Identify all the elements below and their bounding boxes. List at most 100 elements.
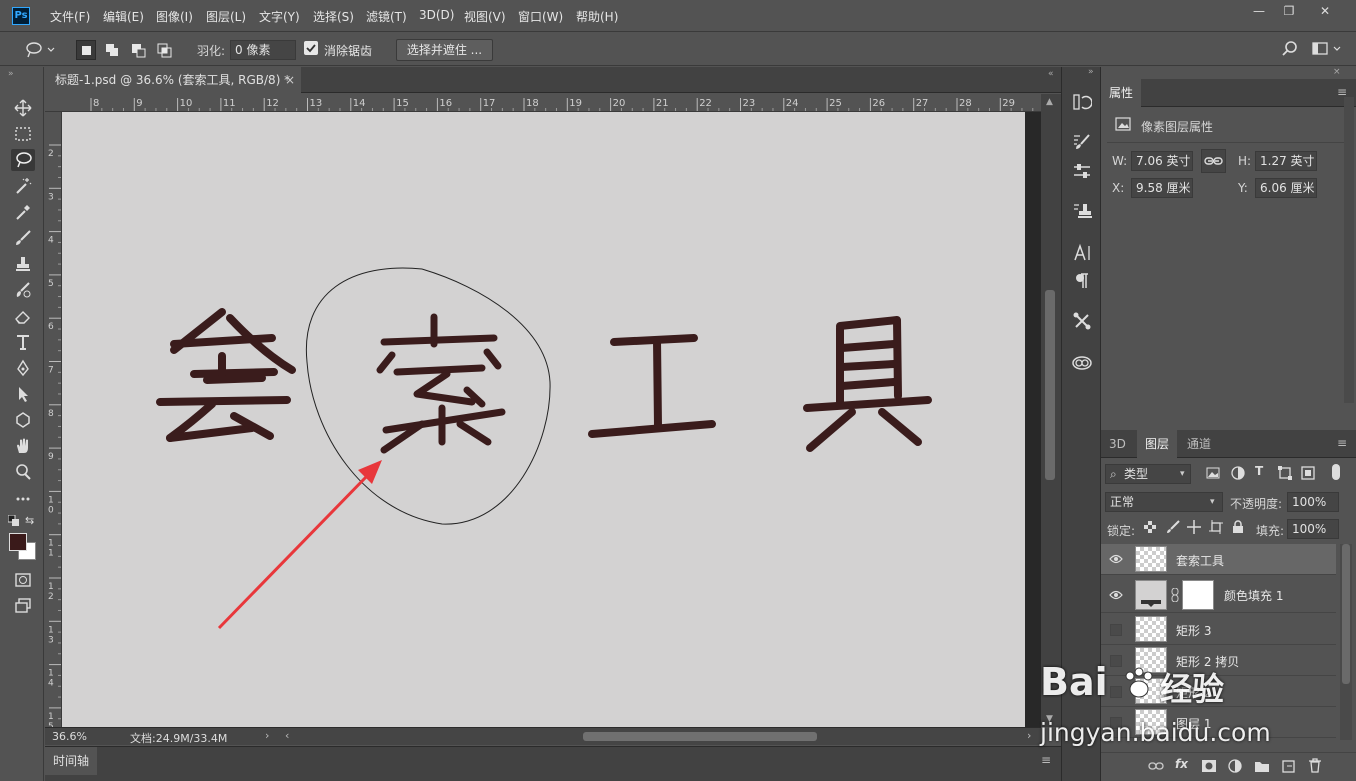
properties-scrollbar[interactable] [1344,97,1354,403]
clone-source-icon[interactable] [1071,200,1093,222]
menu-help[interactable]: 帮助(H) [576,8,618,25]
move-tool-icon[interactable] [11,97,35,119]
collapse-strip-icon[interactable]: » [1088,67,1094,77]
scroll-left-icon[interactable]: ‹ [285,729,289,742]
stamp-tool-icon[interactable] [11,253,35,275]
vertical-scrollbar[interactable]: ▲ ▼ [1041,94,1061,727]
tool-presets-icon[interactable] [1071,310,1093,332]
magic-wand-tool-icon[interactable] [11,175,35,197]
layer-row[interactable]: 矩形 3 [1101,614,1336,645]
document-tab[interactable]: 标题-1.psd @ 36.6% (套索工具, RGB/8) * × [45,67,301,93]
eraser-tool-icon[interactable] [11,305,35,327]
new-layer-icon[interactable] [1281,759,1295,776]
filter-adjustment-icon[interactable] [1231,466,1245,483]
document-canvas[interactable] [62,112,1025,727]
filter-smart-object-icon[interactable] [1301,466,1315,483]
lasso-preset-icon[interactable] [24,40,56,63]
menu-filter[interactable]: 滤镜(T) [366,8,407,25]
creative-cloud-icon[interactable] [1071,352,1093,374]
foreground-color-swatch[interactable] [9,533,27,551]
quick-mask-icon[interactable] [11,569,35,591]
lock-pixels-icon[interactable] [1166,520,1180,537]
eyedropper-tool-icon[interactable] [11,201,35,223]
fill-input[interactable]: 100% [1287,519,1339,539]
type-tool-icon[interactable] [11,331,35,353]
lock-artboard-icon[interactable] [1209,520,1223,537]
height-input[interactable]: 1.27 英寸 [1255,151,1317,171]
layers-menu-icon[interactable]: ≡ [1337,436,1347,450]
menu-image[interactable]: 图像(I) [156,8,193,25]
path-selection-tool-icon[interactable] [11,383,35,405]
adjustments-icon[interactable] [1071,160,1093,182]
character-panel-icon[interactable] [1071,242,1093,264]
folder-icon[interactable] [1254,759,1270,776]
add-selection-icon[interactable] [102,40,122,60]
trash-icon[interactable] [1308,758,1322,776]
menu-window[interactable]: 窗口(W) [518,8,563,25]
close-tab-button[interactable]: × [285,67,295,93]
filter-toggle[interactable] [1332,464,1340,480]
timeline-tab[interactable]: 时间轴 [45,747,97,775]
menu-3d[interactable]: 3D(D) [419,8,454,22]
swap-colors-icon[interactable]: ⇆ [25,514,34,527]
lock-position-icon[interactable] [1187,520,1201,537]
tab-3d[interactable]: 3D [1101,430,1134,458]
tab-layers[interactable]: 图层 [1137,430,1178,458]
layer-filter-select[interactable]: 类型 ⌕ ▾ [1105,464,1191,484]
tab-properties[interactable]: 属性 [1101,79,1142,107]
lasso-tool-icon[interactable] [11,149,35,171]
width-input[interactable]: 7.06 英寸 [1131,151,1193,171]
paragraph-panel-icon[interactable] [1071,270,1093,292]
collapse-props-icon[interactable]: × [1333,67,1341,77]
horizontal-scroll-thumb[interactable] [583,732,817,741]
history-panel-icon[interactable] [1071,91,1093,113]
menu-file[interactable]: 文件(F) [50,8,90,25]
brush-settings-icon[interactable] [1071,131,1093,153]
subtract-selection-icon[interactable] [128,40,148,60]
filter-type-icon[interactable]: T [1255,464,1263,478]
workspace-icon[interactable] [1312,41,1344,60]
new-selection-icon[interactable] [76,40,96,60]
filter-pixel-icon[interactable] [1206,466,1220,483]
history-brush-tool-icon[interactable] [11,279,35,301]
eye-icon[interactable] [1109,589,1123,601]
menu-edit[interactable]: 编辑(E) [103,8,144,25]
more-tools-icon[interactable] [11,487,35,509]
default-colors-icon[interactable] [7,514,20,530]
scroll-up-icon[interactable]: ▲ [1046,97,1053,107]
link-dimensions-icon[interactable] [1201,149,1226,173]
zoom-tool-icon[interactable] [11,461,35,483]
feather-input[interactable]: 0 像素 [230,40,296,60]
marquee-tool-icon[interactable] [11,123,35,145]
lock-transparent-icon[interactable] [1144,521,1156,536]
lock-all-icon[interactable] [1232,520,1244,537]
status-menu-arrow-icon[interactable]: › [265,729,269,742]
layer-row[interactable]: 颜色填充 1 [1101,577,1336,613]
collapse-right-icon[interactable]: « [1048,69,1054,79]
restore-button[interactable]: ❐ [1274,2,1304,20]
hidden-visibility-box[interactable] [1110,624,1122,636]
menu-type[interactable]: 文字(Y) [259,8,300,25]
pen-tool-icon[interactable] [11,357,35,379]
antialias-checkbox[interactable] [304,41,318,55]
layer-row[interactable]: 套索工具 [1101,544,1336,575]
eye-icon[interactable] [1109,553,1123,565]
layers-scrollbar[interactable] [1340,544,1352,740]
blend-mode-select[interactable]: 正常 ▾ [1105,492,1223,512]
mask-icon[interactable] [1201,759,1217,776]
vertical-scroll-thumb[interactable] [1045,290,1055,480]
adjustment-icon[interactable] [1228,759,1242,776]
brush-tool-icon[interactable] [11,227,35,249]
opacity-input[interactable]: 100% [1287,492,1339,512]
scroll-right-icon[interactable]: › [1027,729,1031,742]
shape-tool-icon[interactable] [11,409,35,431]
x-input[interactable]: 9.58 厘米 [1131,178,1193,198]
filter-shape-icon[interactable] [1278,466,1292,483]
menu-select[interactable]: 选择(S) [313,8,354,25]
search-icon[interactable] [1282,41,1298,60]
zoom-level[interactable]: 36.6% [52,730,87,743]
select-and-mask-button[interactable]: 选择并遮住 ... [396,39,493,61]
tab-channels[interactable]: 通道 [1179,430,1219,458]
close-window-button[interactable]: ✕ [1310,2,1340,20]
screen-mode-icon[interactable] [11,595,35,617]
